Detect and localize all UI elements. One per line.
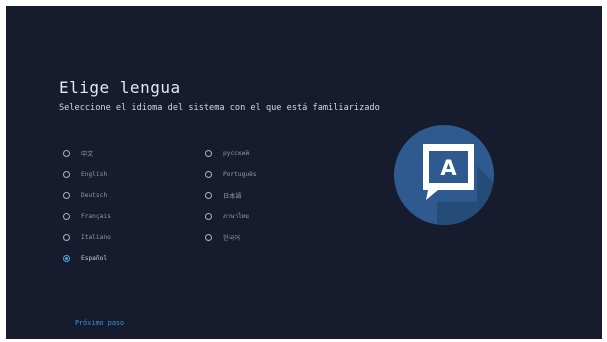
- language-option-chinese[interactable]: 中文: [63, 146, 93, 160]
- language-setup-screen: Elige lengua Seleccione el idioma del si…: [6, 6, 602, 339]
- language-label: Français: [81, 212, 111, 220]
- language-label: ภาษาไทย: [223, 213, 249, 220]
- language-label: English: [81, 170, 108, 178]
- radio-icon[interactable]: [205, 170, 212, 178]
- radio-icon[interactable]: [63, 191, 70, 199]
- language-option-spanish[interactable]: Español: [63, 251, 107, 265]
- radio-icon[interactable]: [63, 233, 70, 241]
- letter-a-glyph: A: [440, 156, 457, 180]
- language-label: Deutsch: [81, 191, 108, 199]
- language-option-italian[interactable]: Italiano: [63, 230, 111, 244]
- radio-icon[interactable]: [63, 170, 70, 178]
- next-step-button[interactable]: Próximo paso: [75, 319, 124, 327]
- radio-icon[interactable]: [205, 191, 212, 199]
- language-option-german[interactable]: Deutsch: [63, 188, 107, 202]
- radio-icon[interactable]: [63, 212, 70, 220]
- language-label: Italiano: [81, 233, 111, 241]
- radio-checked-icon[interactable]: [63, 254, 70, 262]
- radio-icon[interactable]: [205, 212, 212, 220]
- language-option-japanese[interactable]: 日本語: [205, 188, 242, 202]
- language-option-thai[interactable]: ภาษาไทย: [205, 209, 249, 223]
- language-label: Português: [223, 170, 257, 178]
- page-title: Elige lengua: [59, 78, 181, 97]
- language-option-english[interactable]: English: [63, 167, 107, 181]
- language-label: Español: [81, 254, 108, 262]
- radio-icon[interactable]: [205, 233, 212, 241]
- language-label: 한국어: [223, 234, 241, 242]
- language-label: 日本語: [223, 192, 242, 200]
- radio-icon[interactable]: [63, 149, 70, 157]
- language-option-korean[interactable]: 한국어: [205, 230, 240, 244]
- language-illustration: A: [394, 125, 494, 225]
- language-label: 中文: [81, 150, 94, 158]
- language-label: русский: [223, 149, 250, 157]
- page-subtitle: Seleccione el idioma del sistema con el …: [59, 103, 380, 113]
- language-option-portuguese[interactable]: Português: [205, 167, 257, 181]
- language-option-french[interactable]: Français: [63, 209, 111, 223]
- language-option-russian[interactable]: русский: [205, 146, 249, 160]
- radio-icon[interactable]: [205, 149, 212, 157]
